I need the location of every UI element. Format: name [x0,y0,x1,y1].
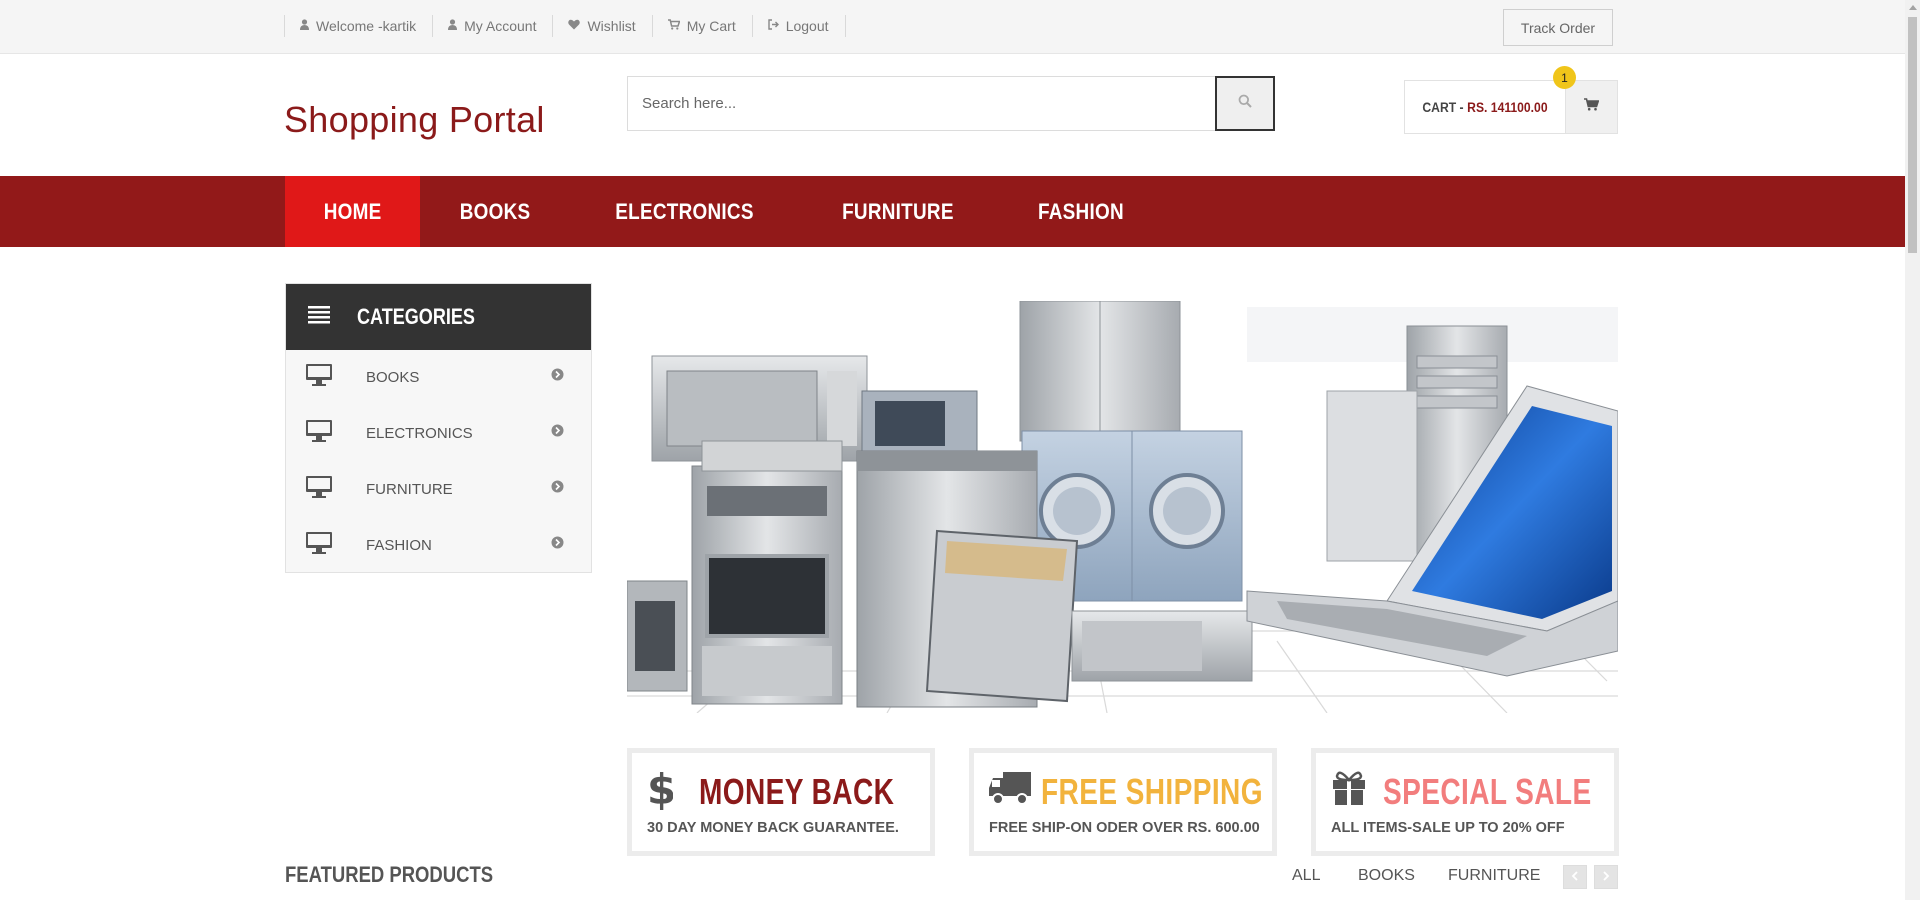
nav-home-label: HOME [323,198,382,224]
cart-label-text: CART - [1422,99,1464,115]
chevron-right-icon [1602,868,1610,886]
cart-icon [1584,98,1600,116]
hero-banner[interactable] [627,301,1618,713]
prev-button[interactable] [1563,865,1587,889]
wishlist-label: Wishlist [587,18,636,34]
chevron-right-icon [551,480,564,498]
user-icon [300,19,309,33]
cart-amount: RS. 141100.00 [1467,99,1548,115]
info-title: SPECIAL SALE [1383,771,1592,812]
search-input[interactable] [627,76,1215,131]
nav-fashion-label: FASHION [1038,198,1125,224]
track-order-button[interactable]: Track Order [1503,9,1613,46]
info-title: MONEY BACK [699,771,895,812]
my-account-label: My Account [464,18,537,34]
chevron-left-icon [1571,868,1579,886]
category-item-fashion[interactable]: FASHION [286,518,591,574]
welcome-link[interactable]: Welcome -kartik [284,15,432,37]
nav-furniture[interactable]: FURNITURE [799,176,997,247]
category-item-furniture[interactable]: FURNITURE [286,462,591,518]
category-item-books[interactable]: BOOKS [286,350,591,406]
my-account-link[interactable]: My Account [432,15,552,37]
desktop-icon [306,364,332,391]
top-bar: Welcome -kartik My Account Wishlist My C… [0,0,1905,54]
nav-furniture-label: FURNITURE [842,198,955,224]
category-label: FASHION [366,537,432,554]
categories-title: CATEGORIES [357,304,475,329]
welcome-label: Welcome -kartik [316,18,417,34]
logout-label: Logout [785,18,829,34]
info-title: FREE SHIPPING [1041,771,1263,812]
category-label: ELECTRONICS [366,425,473,442]
categories-panel: CATEGORIES BOOKS ELECTRONICS FURNITURE F… [285,283,592,573]
nav-home[interactable]: HOME [285,176,421,247]
info-subtitle: ALL ITEMS-SALE UP TO 20% OFF [1331,820,1565,836]
category-item-electronics[interactable]: ELECTRONICS [286,406,591,462]
chevron-right-icon [551,368,564,386]
heart-icon [568,19,581,33]
cart-summary[interactable]: CART - RS. 141100.00 [1404,80,1618,134]
nav-fashion[interactable]: FASHION [997,176,1165,247]
site-logo[interactable]: Shopping Portal [284,99,545,141]
sign-out-icon [768,19,779,33]
category-label: FURNITURE [366,481,453,498]
wishlist-link[interactable]: Wishlist [552,15,651,37]
nav-books-label: BOOKS [459,198,531,224]
desktop-icon [306,476,332,503]
category-label: BOOKS [366,369,420,386]
logout-link[interactable]: Logout [751,15,846,37]
categories-header: CATEGORIES [286,284,591,350]
search-bar [627,76,1275,131]
cart-total: CART - RS. 141100.00 [1413,81,1557,133]
dollar-icon: $ [647,765,676,815]
scroll-up-arrow[interactable] [1909,5,1917,10]
cart-icon-button[interactable] [1565,81,1617,133]
chevron-right-icon [551,424,564,442]
nav-electronics-label: ELECTRONICS [615,198,755,224]
desktop-icon [306,532,332,559]
chevron-right-icon [551,536,564,554]
svg-text:$: $ [647,768,673,810]
cart-count-badge: 1 [1553,66,1576,89]
featured-products-title: FEATURED PRODUCTS [285,862,494,887]
info-box-special-sale: SPECIAL SALE ALL ITEMS-SALE UP TO 20% OF… [1311,748,1619,856]
tab-furniture[interactable]: FURNITURE [1448,867,1540,885]
page-scrollbar[interactable] [1905,0,1920,900]
truck-icon [989,768,1031,811]
scroll-thumb[interactable] [1908,17,1917,253]
nav-books[interactable]: BOOKS [420,176,570,247]
appliances-image [627,301,1618,713]
info-box-free-shipping: FREE SHIPPING FREE SHIP-ON ODER OVER RS.… [969,748,1277,856]
next-button[interactable] [1594,865,1618,889]
tab-all[interactable]: ALL [1292,867,1320,885]
info-subtitle: 30 DAY MONEY BACK GUARANTEE. [647,820,899,836]
desktop-icon [306,420,332,447]
my-cart-label: My Cart [686,18,736,34]
nav-electronics[interactable]: ELECTRONICS [570,176,799,247]
user-icon [448,19,458,33]
search-button[interactable] [1215,76,1275,131]
account-links: Welcome -kartik My Account Wishlist My C… [284,15,846,37]
gift-icon [1331,768,1367,811]
tab-books[interactable]: BOOKS [1358,867,1415,885]
search-icon [1238,94,1252,113]
info-box-money-back: $ MONEY BACK 30 DAY MONEY BACK GUARANTEE… [627,748,935,856]
my-cart-link[interactable]: My Cart [651,15,752,37]
main-nav: HOME BOOKS ELECTRONICS FURNITURE FASHION [0,176,1905,247]
cart-icon [667,19,681,33]
list-icon [308,305,330,329]
info-subtitle: FREE SHIP-ON ODER OVER RS. 600.00 [989,820,1260,836]
